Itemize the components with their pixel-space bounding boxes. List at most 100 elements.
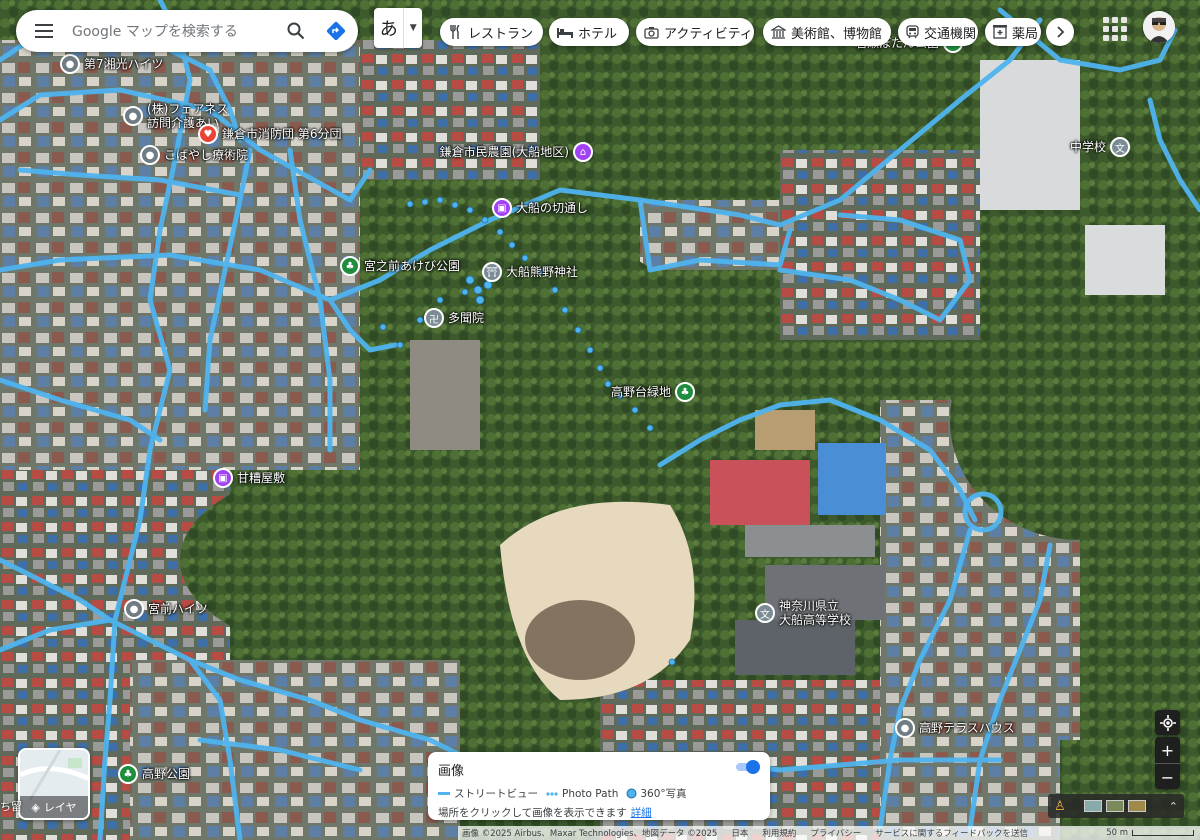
park-icon[interactable]: ♣ xyxy=(118,764,138,784)
museum-icon[interactable]: ⌂ xyxy=(573,142,593,162)
park-icon[interactable]: ♣ xyxy=(675,382,695,402)
map-place-label: 甘糟屋敷 xyxy=(237,471,286,485)
map-place-label: 鎌倉市消防団 第6分団 xyxy=(222,127,342,141)
pharmacy-icon xyxy=(993,24,1007,40)
chevron-right-icon[interactable] xyxy=(1046,18,1074,46)
map-place-label: 中学校 xyxy=(1069,140,1106,154)
category-chip[interactable]: ホテル xyxy=(549,18,629,46)
scale-bar[interactable]: 50 m xyxy=(1106,828,1200,838)
map-place-label: 鎌倉市民農園(大船地区) xyxy=(439,145,569,159)
map-place[interactable]: ♥ 鎌倉市消防団 第6分団 xyxy=(198,124,341,144)
place-pin-icon[interactable]: ● xyxy=(895,718,915,738)
map-place[interactable]: ● 高野テラスハウス xyxy=(895,718,1015,738)
directions-icon[interactable] xyxy=(314,10,358,52)
map-place[interactable]: ▣ 大船の切通し xyxy=(492,198,588,218)
search-input[interactable]: Google マップを検索する xyxy=(72,21,278,41)
layers-button[interactable]: ◈ レイヤ xyxy=(18,748,90,820)
imagery-strip[interactable]: ♙ ⌃ xyxy=(1048,794,1184,818)
map-place-label: 高野テラスハウス xyxy=(919,721,1015,735)
map-place-label: 宮前ハイツ xyxy=(148,602,208,616)
temple-icon[interactable]: 卍 xyxy=(424,308,444,328)
fire-station-icon[interactable]: ♥ xyxy=(198,124,218,144)
panel-hint: 場所をクリックして画像を表示できます 詳細 xyxy=(438,807,652,819)
zoom-in-button[interactable]: + xyxy=(1155,737,1180,764)
search-icon[interactable] xyxy=(278,10,314,52)
attribution: 画像 ©2025 Airbus、Maxar Technologies、地図データ… xyxy=(462,829,718,839)
map-place-label: こばやし療術院 xyxy=(164,148,249,162)
chevron-down-icon[interactable]: ▼ xyxy=(403,8,422,48)
map-place[interactable]: 文中学校 xyxy=(1070,137,1130,157)
footer-link[interactable]: サービスに関するフィードバックを送信 xyxy=(875,827,1028,839)
category-chip-label: 薬局 xyxy=(1012,26,1039,42)
apps-grid-icon[interactable] xyxy=(1102,16,1128,42)
legend-streetview: ストリートビュー xyxy=(438,786,538,801)
category-chip[interactable]: 交通機関 xyxy=(898,18,978,46)
input-method-toggle[interactable]: あ ▼ xyxy=(374,8,422,48)
map-place[interactable]: ● 第7湘光ハイツ xyxy=(60,54,163,74)
map-place[interactable]: ⌂ 鎌倉市民農園(大船地区) xyxy=(440,142,593,162)
park-icon[interactable]: ♣ xyxy=(340,256,360,276)
category-chip-label: 美術館、博物館 xyxy=(791,26,883,42)
imagery-thumb[interactable] xyxy=(1127,800,1146,812)
ime-key[interactable]: あ xyxy=(374,8,403,48)
map-place[interactable]: ♣ 宮之前あけび公園 xyxy=(340,256,460,276)
map-place[interactable]: ♣ 高野公園 xyxy=(118,764,190,784)
footer-link[interactable]: 日本 xyxy=(731,827,748,839)
place-pin-icon[interactable]: ● xyxy=(123,106,143,126)
landmark-icon[interactable]: ▣ xyxy=(492,198,512,218)
legend-photopath: Photo Path xyxy=(546,788,618,800)
imagery-thumb[interactable] xyxy=(1105,800,1124,812)
footer-link[interactable]: 利用規約 xyxy=(762,827,796,839)
map-place-label: 神奈川県立 大船高等学校 xyxy=(779,599,852,627)
imagery-panel: 画像 ストリートビュー Photo Path 360°写真 場所をクリックして画… xyxy=(428,752,770,820)
school-icon[interactable]: 文 xyxy=(1110,137,1130,157)
fork-knife-icon xyxy=(448,24,463,40)
category-chip[interactable]: アクティビティ xyxy=(636,18,754,46)
category-chip[interactable]: レストラン xyxy=(440,18,543,46)
my-location-icon[interactable] xyxy=(1155,710,1180,735)
place-pin-icon[interactable]: ● xyxy=(60,54,80,74)
map-place[interactable]: ⛩ 大船熊野神社 xyxy=(482,262,578,282)
map-footer: 画像 ©2025 Airbus、Maxar Technologies、地図データ… xyxy=(458,826,1200,840)
landmark-icon[interactable]: ▣ xyxy=(213,468,233,488)
zoom-out-button[interactable]: − xyxy=(1155,764,1180,790)
map-place[interactable]: 卍多聞院 xyxy=(424,308,484,328)
map-place[interactable]: 文神奈川県立 大船高等学校 xyxy=(755,599,851,627)
menu-icon[interactable] xyxy=(16,10,72,52)
school-icon[interactable]: 文 xyxy=(755,603,775,623)
layers-icon: ◈ xyxy=(31,800,40,814)
pegman-icon[interactable]: ♙ xyxy=(1054,799,1066,814)
layers-label: レイヤ xyxy=(43,801,77,814)
map-place[interactable]: ♣ 高野台緑地 xyxy=(611,382,695,402)
imagery-toggle[interactable] xyxy=(736,760,760,774)
camera-icon xyxy=(644,24,659,40)
legend-360: 360°写真 xyxy=(626,786,687,801)
map-place-label: 宮之前あけび公園 xyxy=(364,259,461,273)
place-pin-icon[interactable]: ● xyxy=(140,145,160,165)
map-place[interactable]: ● 宮前ハイツ xyxy=(124,599,208,619)
map-place-label: 大船熊野神社 xyxy=(506,265,579,279)
zoom-controls: + − xyxy=(1155,737,1180,789)
place-pin-icon[interactable]: ● xyxy=(124,599,144,619)
map-place[interactable]: ● こばやし療術院 xyxy=(140,145,248,165)
panel-title: 画像 xyxy=(438,764,465,779)
map-place-label: 多聞院 xyxy=(448,311,485,325)
category-chip-label: ホテル xyxy=(578,26,618,42)
imagery-thumb[interactable] xyxy=(1083,800,1102,812)
train-icon xyxy=(906,24,919,40)
category-chip-label: アクティビティ xyxy=(664,26,753,42)
map-place-label: 第7湘光ハイツ xyxy=(84,57,164,71)
museum-icon xyxy=(771,24,786,40)
category-chip-label: レストラン xyxy=(467,26,533,42)
avatar[interactable] xyxy=(1143,11,1175,43)
category-chip[interactable]: 薬局 xyxy=(985,18,1041,46)
search-box[interactable]: Google マップを検索する xyxy=(16,10,358,52)
details-link[interactable]: 詳細 xyxy=(631,807,652,819)
expand-icon[interactable]: ⌃ xyxy=(1169,800,1178,813)
category-chip[interactable]: 美術館、博物館 xyxy=(763,18,891,46)
category-chip-label: 交通機関 xyxy=(924,26,977,42)
map-place[interactable]: ▣ 甘糟屋敷 xyxy=(213,468,285,488)
edge-label: ち留 xyxy=(0,800,22,813)
shrine-icon[interactable]: ⛩ xyxy=(482,262,502,282)
footer-link[interactable]: プライバシー xyxy=(810,827,861,839)
